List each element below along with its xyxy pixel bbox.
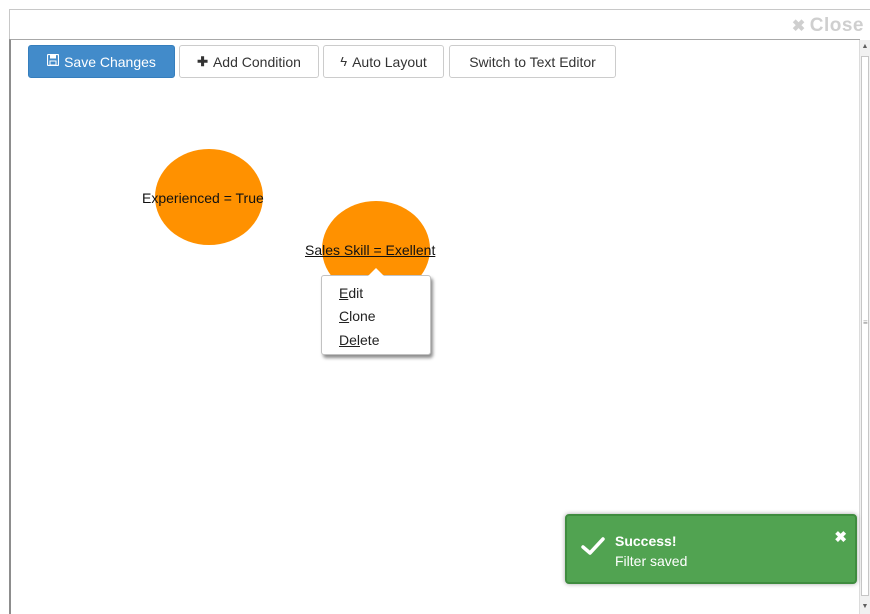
save-changes-label: Save Changes xyxy=(64,53,156,70)
close-label: Close xyxy=(809,15,864,36)
context-menu: Edit Clone Delete xyxy=(321,275,431,355)
auto-layout-label: Auto Layout xyxy=(352,53,427,70)
toast-message: Filter saved xyxy=(615,553,688,569)
add-condition-label: Add Condition xyxy=(212,53,301,70)
scroll-down-arrow-icon[interactable]: ▼ xyxy=(860,600,870,614)
menu-item-delete[interactable]: Delete xyxy=(339,332,379,348)
scroll-up-arrow-icon[interactable]: ▲ xyxy=(860,40,870,54)
floppy-disk-icon xyxy=(46,53,60,69)
context-menu-arrow xyxy=(368,268,384,276)
close-icon[interactable]: ✖ xyxy=(834,528,847,546)
condition-node-label[interactable]: Experienced = True xyxy=(142,190,264,206)
plus-icon: ✚ xyxy=(197,53,208,69)
success-toast[interactable]: Success! Filter saved ✖ xyxy=(565,514,857,584)
toast-title: Success! xyxy=(615,533,677,549)
checkmark-icon xyxy=(581,536,605,561)
vertical-scrollbar[interactable]: ▲ ≡ ▼ xyxy=(859,40,870,614)
save-changes-button[interactable]: Save Changes xyxy=(28,45,175,78)
switch-to-text-editor-button[interactable]: Switch to Text Editor xyxy=(449,45,616,78)
add-condition-button[interactable]: ✚ Add Condition xyxy=(179,45,319,78)
close-icon: ✖ xyxy=(791,18,806,35)
menu-item-clone[interactable]: Clone xyxy=(339,308,376,324)
grip-icon: ≡ xyxy=(863,318,868,327)
lightning-bolt-icon: ϟ xyxy=(340,54,348,69)
scroll-thumb[interactable]: ≡ xyxy=(861,56,869,596)
menu-item-edit[interactable]: Edit xyxy=(339,285,363,301)
close-button[interactable]: ✖ Close xyxy=(792,15,864,37)
condition-node-label[interactable]: Sales Skill = Exellent xyxy=(305,242,435,258)
auto-layout-button[interactable]: ϟ Auto Layout xyxy=(323,45,444,78)
switch-to-text-editor-label: Switch to Text Editor xyxy=(469,53,596,70)
